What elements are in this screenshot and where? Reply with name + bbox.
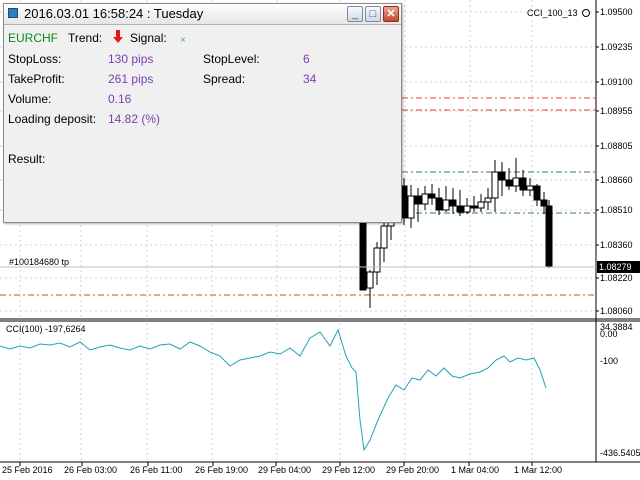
price-tick-label: 1.08360 bbox=[600, 240, 633, 250]
candle-body bbox=[498, 171, 506, 181]
price-tick-label: 1.09500 bbox=[600, 7, 633, 17]
candle-body bbox=[512, 177, 520, 187]
price-tick-label: 1.08510 bbox=[600, 205, 633, 215]
stoplevel-value: 6 bbox=[303, 52, 310, 66]
time-tick-label: 29 Feb 04:00 bbox=[258, 465, 312, 475]
takeprofit-label: TakeProfit: bbox=[8, 72, 65, 86]
time-tick-label: 26 Feb 19:00 bbox=[195, 465, 249, 475]
stoplevel-label: StopLevel: bbox=[203, 52, 260, 66]
candle-body bbox=[421, 193, 429, 205]
candle-body bbox=[505, 179, 513, 187]
candle-body bbox=[463, 205, 471, 213]
price-tick-label: 1.08220 bbox=[600, 273, 633, 283]
price-tick-label: 1.08805 bbox=[600, 141, 633, 151]
candle-body bbox=[545, 205, 553, 267]
candle-body bbox=[380, 225, 388, 249]
info-panel[interactable]: 2016.03.01 16:58:24 : Tuesday _ □ ✕ EURC… bbox=[3, 3, 402, 223]
candle-body bbox=[470, 205, 478, 209]
stoploss-value: 130 pips bbox=[108, 52, 154, 66]
candle-body bbox=[407, 195, 415, 219]
candle-body bbox=[442, 199, 450, 211]
spread-value: 34 bbox=[303, 72, 317, 86]
result-label: Result: bbox=[8, 152, 46, 166]
time-tick-label: 29 Feb 12:00 bbox=[322, 465, 376, 475]
loading-deposit-value: 14.82 (%) bbox=[108, 112, 161, 126]
cci-tick-zero: 0.00 bbox=[600, 329, 618, 339]
candle-body bbox=[366, 271, 374, 289]
candle-body bbox=[484, 197, 492, 203]
small-x-icon: × bbox=[180, 35, 186, 46]
time-tick-label: 29 Feb 20:00 bbox=[386, 465, 440, 475]
candle-body bbox=[519, 177, 527, 191]
panel-title-bar[interactable]: 2016.03.01 16:58:24 : Tuesday _ □ ✕ bbox=[4, 4, 401, 25]
takeprofit-value: 261 pips bbox=[108, 72, 154, 86]
time-tick-label: 25 Feb 2016 bbox=[2, 465, 53, 475]
candle-body bbox=[526, 185, 534, 191]
app-icon bbox=[8, 8, 18, 18]
candle-body bbox=[414, 195, 422, 205]
minimize-button[interactable]: _ bbox=[347, 6, 363, 22]
volume-label: Volume: bbox=[8, 92, 52, 106]
signal-label: Signal: bbox=[130, 31, 167, 45]
candle-body bbox=[373, 247, 381, 273]
volume-value: 0.16 bbox=[108, 92, 132, 106]
candle-body bbox=[540, 199, 548, 207]
time-tick-label: 1 Mar 12:00 bbox=[514, 465, 563, 475]
cci-tick-minus100: -100 bbox=[600, 356, 619, 366]
indicator-name-label: CCI_100_13 bbox=[527, 8, 578, 18]
candle-body bbox=[435, 197, 443, 211]
time-tick-label: 26 Feb 11:00 bbox=[130, 465, 183, 475]
time-tick-label: 1 Mar 04:00 bbox=[451, 465, 500, 475]
order-tp-label: #100184680 tp bbox=[9, 257, 70, 267]
loading-deposit-label: Loading deposit: bbox=[8, 112, 97, 126]
down-arrow-icon bbox=[113, 30, 123, 43]
current-price-label: 1.08279 bbox=[599, 262, 632, 272]
candle-body bbox=[491, 171, 499, 199]
candle-body bbox=[449, 199, 457, 207]
close-button[interactable]: ✕ bbox=[383, 6, 399, 22]
candle-body bbox=[359, 221, 367, 291]
candle-body bbox=[456, 205, 464, 213]
price-tick-label: 1.08660 bbox=[600, 175, 633, 185]
cci-tick-bottom: -436.5405 bbox=[600, 448, 640, 458]
panel-title: 2016.03.01 16:58:24 : Tuesday bbox=[24, 6, 204, 21]
price-tick-label: 1.08955 bbox=[600, 106, 633, 116]
price-tick-label: 1.09235 bbox=[600, 42, 633, 52]
clock-icon bbox=[582, 9, 590, 17]
candle-body bbox=[477, 201, 485, 209]
maximize-button[interactable]: □ bbox=[365, 6, 381, 22]
candle-body bbox=[428, 193, 436, 199]
candle-body bbox=[533, 185, 541, 201]
stoploss-label: StopLoss: bbox=[8, 52, 62, 66]
price-tick-label: 1.09100 bbox=[600, 77, 633, 87]
symbol-label: EURCHF bbox=[8, 31, 58, 45]
time-tick-label: 26 Feb 03:00 bbox=[64, 465, 118, 475]
price-tick-label: 1.08060 bbox=[600, 306, 633, 316]
trend-label: Trend: bbox=[68, 31, 103, 45]
spread-label: Spread: bbox=[203, 72, 246, 86]
cci-label: CCI(100) -197,6264 bbox=[6, 324, 86, 334]
